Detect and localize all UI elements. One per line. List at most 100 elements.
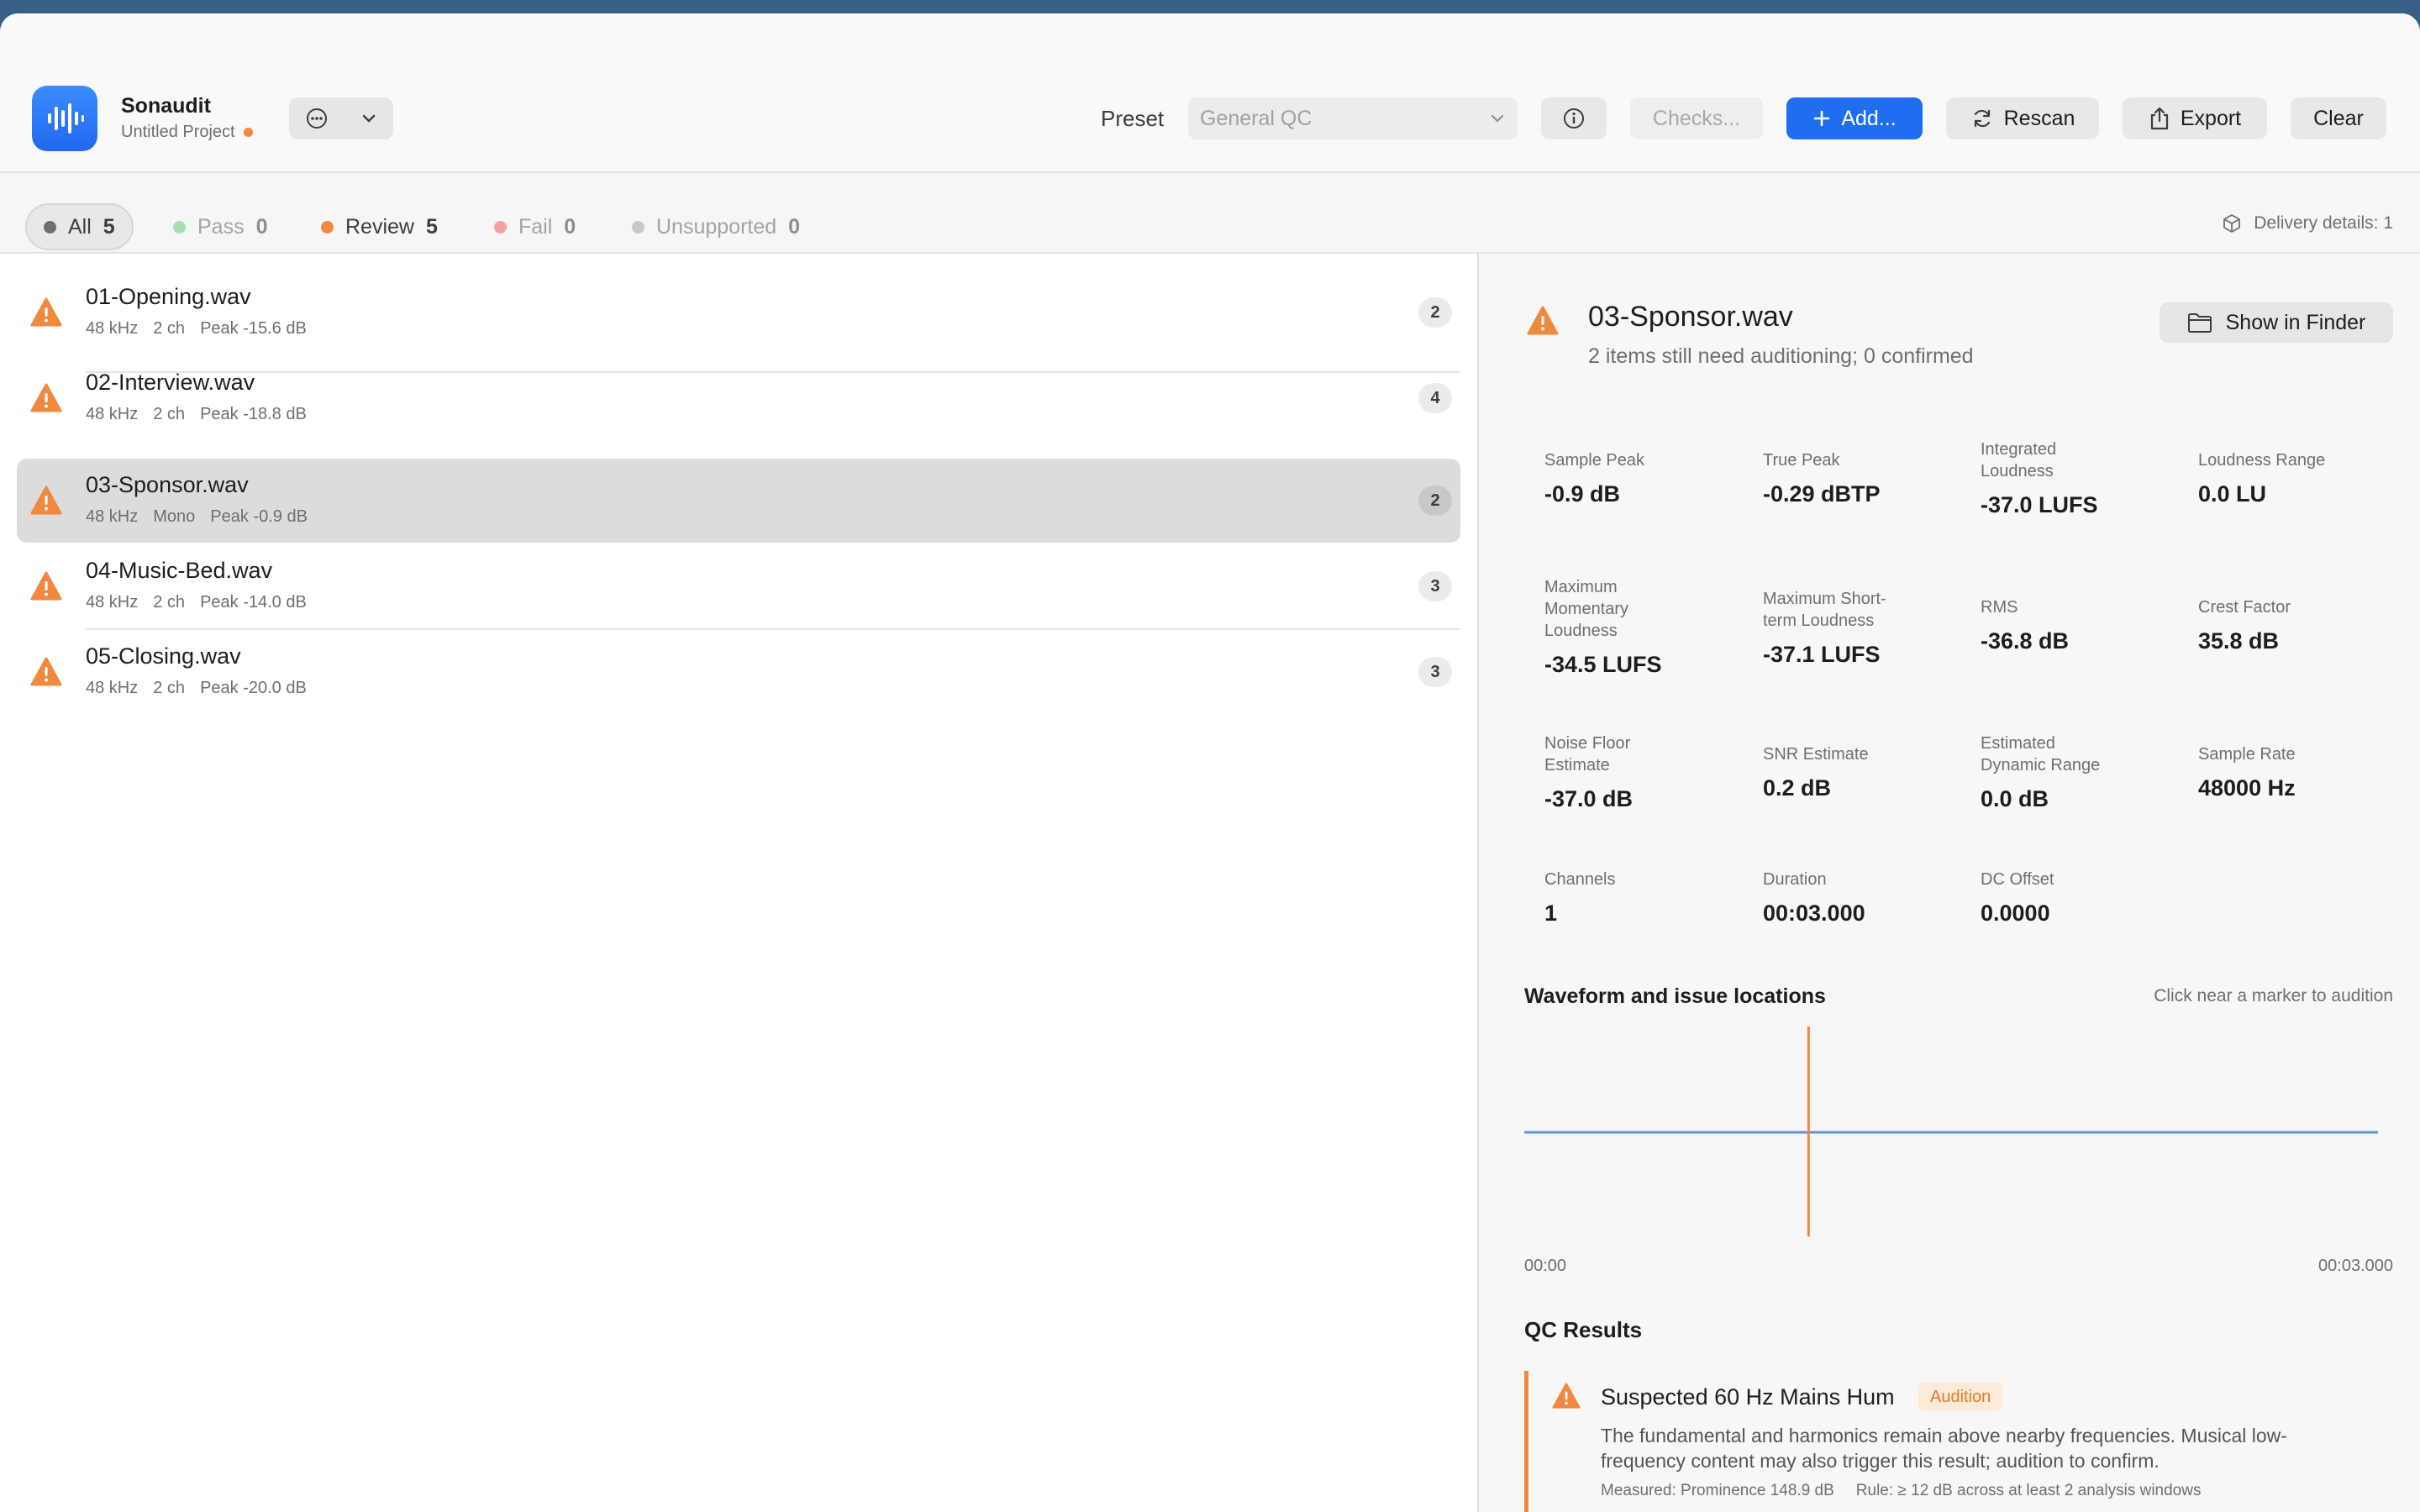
chevron-down-icon [1491,114,1504,123]
delivery-details-label: Delivery details: 1 [2254,213,2393,233]
metric-value: -37.0 dB [1544,786,1634,811]
preset-value: General QC [1200,106,1313,130]
package-icon [2223,214,2241,233]
channel-count: Mono [153,507,196,526]
filter-label: Unsupported [656,214,777,239]
qc-issue-card[interactable]: Suspected 60 Hz Mains Hum Audition The f… [1524,1371,2382,1512]
metric-sample-peak: Sample Peak -0.9 dB [1544,449,1746,507]
waveform-end-time: 00:03.000 [2318,1257,2393,1275]
preset-select[interactable]: General QC [1188,97,1518,139]
filter-pass[interactable]: Pass 0 [156,203,285,250]
file-name: 02-Interview.wav [86,370,255,395]
metric-snr: SNR Estimate 0.2 dB [1763,743,1965,801]
metric-loudness-range: Loudness Range 0.0 LU [2198,449,2400,507]
file-meta: 48 kHz 2 ch Peak -20.0 dB [86,679,307,698]
metric-value: -0.9 dB [1544,481,1621,507]
file-meta: 48 kHz Mono Peak -0.9 dB [86,507,308,527]
export-button-label: Export [2180,106,2242,130]
issue-measured: Measured: Prominence 148.9 dB [1601,1482,1834,1499]
metric-max-short-term: Maximum Short-term Loudness -37.1 LUFS [1763,588,1965,668]
info-icon [1564,108,1584,129]
channel-count: 2 ch [153,593,186,612]
metric-value: 35.8 dB [2198,628,2280,654]
metric-noise-floor: Noise Floor Estimate -37.0 dB [1544,732,1746,812]
export-button[interactable]: Export [2123,97,2267,139]
detail-title: 03-Sponsor.wav [1588,301,1793,333]
plus-icon [1814,110,1830,127]
filter-unsupported[interactable]: Unsupported 0 [615,203,817,250]
delivery-details[interactable]: Delivery details: 1 [2222,213,2393,234]
metric-value: -0.29 dBTP [1763,481,1881,507]
metric-label: SNR Estimate [1763,745,1869,764]
channel-count: 2 ch [153,679,186,697]
peak-level: Peak -20.0 dB [200,679,307,697]
refresh-icon [1974,109,1990,128]
metric-label: Integrated Loudness [1981,440,2057,480]
metric-label: Sample Peak [1544,451,1644,470]
more-actions-menu[interactable] [289,97,393,139]
filter-all[interactable]: All 5 [25,203,134,250]
warning-icon [30,297,62,327]
file-row[interactable]: 02-Interview.wav 48 kHz 2 ch Peak -18.8 … [17,356,1460,440]
status-dot [494,220,507,234]
issue-count-badge: 3 [1418,571,1452,601]
peak-level: Peak -0.9 dB [210,507,308,526]
issue-description: The fundamental and harmonics remain abo… [1601,1425,2287,1472]
metric-label: Crest Factor [2198,598,2291,617]
metric-label: Duration [1763,870,1827,889]
file-row[interactable]: 04-Music-Bed.wav 48 kHz 2 ch Peak -14.0 … [17,544,1460,628]
filter-count: 5 [103,214,115,239]
peak-level: Peak -18.8 dB [200,405,307,423]
sample-rate: 48 kHz [86,679,139,697]
metric-value: -37.0 LUFS [1981,492,2098,517]
sample-rate: 48 kHz [86,405,139,423]
file-meta: 48 kHz 2 ch Peak -18.8 dB [86,405,307,424]
file-name: 03-Sponsor.wav [86,472,249,497]
issue-rule: Rule: ≥ 12 dB across at least 2 analysis… [1855,1482,2202,1499]
file-row[interactable]: 01-Opening.wav 48 kHz 2 ch Peak -15.6 dB… [17,270,1460,354]
status-dot [321,220,334,234]
file-list: 01-Opening.wav 48 kHz 2 ch Peak -15.6 dB… [0,254,1476,1512]
waveform-view[interactable] [1524,1026,2378,1236]
clear-button[interactable]: Clear [2291,97,2386,139]
status-dot [44,220,56,234]
filter-label: Pass [197,214,245,239]
rescan-button-label: Rescan [2003,106,2075,130]
info-button[interactable] [1541,97,1607,139]
metric-label: RMS [1981,598,2018,617]
metric-value: 0.0000 [1981,900,2050,926]
file-name: 04-Music-Bed.wav [86,558,273,583]
metric-label: True Peak [1763,451,1840,470]
toolbar: Sonaudit Untitled Project Preset General… [0,13,2420,173]
file-name: 05-Closing.wav [86,643,241,669]
metric-value: 1 [1544,900,1558,926]
peak-level: Peak -14.0 dB [200,593,307,612]
rescan-button[interactable]: Rescan [1946,97,2099,139]
status-dot [173,220,186,234]
file-row-selected[interactable]: 03-Sponsor.wav 48 kHz Mono Peak -0.9 dB … [17,459,1460,543]
filter-label: Fail [518,214,553,239]
issue-status-badge: Audition [1918,1383,2003,1411]
filter-fail[interactable]: Fail 0 [477,203,592,250]
waveform-title: Waveform and issue locations [1524,984,1826,1008]
sample-rate: 48 kHz [86,319,139,338]
filter-review[interactable]: Review 5 [304,203,455,250]
qc-results-title: QC Results [1524,1317,1643,1342]
metric-sample-rate: Sample Rate 48000 Hz [2198,743,2400,801]
issue-count-badge: 2 [1418,486,1452,516]
metric-label: Loudness Range [2198,451,2326,470]
sample-rate: 48 kHz [86,593,139,612]
filter-count: 0 [255,214,268,239]
channel-count: 2 ch [153,405,186,423]
add-button[interactable]: Add... [1786,97,1923,139]
issue-count-badge: 2 [1418,297,1452,328]
chevron-down-icon [362,114,376,123]
metric-crest-factor: Crest Factor 35.8 dB [2198,596,2400,654]
checks-button[interactable]: Checks... [1630,97,1763,139]
unsaved-indicator [243,128,253,137]
file-row[interactable]: 05-Closing.wav 48 kHz 2 ch Peak -20.0 dB… [17,630,1460,714]
add-button-label: Add... [1841,106,1897,130]
waveform-start-time: 00:00 [1524,1257,1567,1275]
show-in-finder-button[interactable]: Show in Finder [2160,302,2393,343]
issue-measurement: Measured: Prominence 148.9 dB Rule: ≥ 12… [1601,1482,2201,1500]
